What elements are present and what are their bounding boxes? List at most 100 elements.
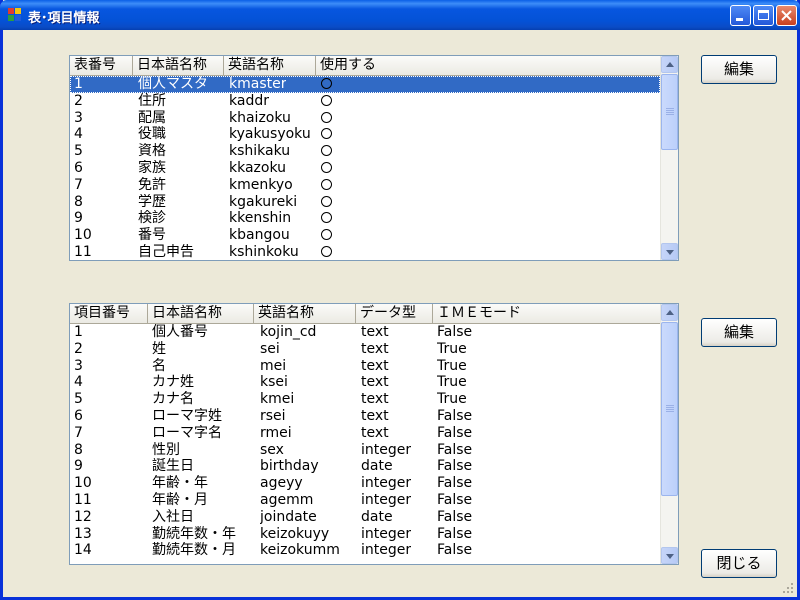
data-type: date	[361, 508, 393, 525]
arrow-up-icon	[666, 310, 674, 315]
list-item[interactable]: 7 ローマ字名 rmei text False	[70, 425, 660, 442]
japanese-name: 名	[152, 357, 166, 374]
field-number: 1	[74, 324, 83, 340]
list-item[interactable]: 4 役職 kyakusyoku	[70, 126, 660, 143]
main-window: 表･項目情報 表番号 日本語名称 英語名称 使用する 1 個人マスタ kmaster…	[0, 0, 800, 600]
use-flag	[321, 126, 332, 143]
ime-mode: False	[437, 475, 473, 492]
maximize-icon	[758, 10, 769, 20]
column-header-field-number[interactable]: 項目番号	[70, 304, 148, 323]
scroll-up-button[interactable]	[661, 304, 678, 321]
english-name: ksei	[260, 374, 288, 391]
list-item[interactable]: 9 誕生日 birthday date False	[70, 458, 660, 475]
field-number: 7	[74, 424, 83, 441]
list-item[interactable]: 8 性別 sex integer False	[70, 442, 660, 459]
scroll-up-button[interactable]	[661, 56, 678, 73]
list-item[interactable]: 3 配属 khaizoku	[70, 110, 660, 127]
data-type: integer	[361, 441, 412, 458]
table-listview[interactable]: 表番号 日本語名称 英語名称 使用する 1 個人マスタ kmaster 2 住所 kadd…	[69, 55, 679, 261]
table-number: 6	[74, 159, 83, 176]
english-name: sex	[260, 441, 284, 458]
column-header-japanese-name[interactable]: 日本語名称	[133, 56, 224, 75]
table-list-scroll-thumb[interactable]	[661, 74, 678, 150]
use-flag	[321, 177, 332, 194]
column-header-japanese-name[interactable]: 日本語名称	[148, 304, 254, 323]
circle-mark-icon	[321, 212, 332, 224]
ime-mode: False	[437, 525, 473, 542]
column-header-english-name[interactable]: 英語名称	[254, 304, 356, 323]
minimize-button[interactable]	[730, 5, 751, 26]
list-item[interactable]: 9 検診 kkenshin	[70, 210, 660, 227]
japanese-name: 個人マスタ	[138, 76, 208, 92]
circle-mark-icon	[321, 78, 332, 89]
list-item[interactable]: 12 入社日 joindate date False	[70, 509, 660, 526]
field-number: 3	[74, 357, 83, 374]
list-item[interactable]: 10 年齢・年 ageyy integer False	[70, 475, 660, 492]
circle-mark-icon	[321, 145, 332, 157]
edit-table-button[interactable]: 編集	[701, 55, 777, 84]
circle-mark-icon	[321, 195, 332, 207]
japanese-name: 番号	[138, 227, 166, 244]
list-item[interactable]: 2 姓 sei text True	[70, 341, 660, 358]
japanese-name: 誕生日	[152, 458, 194, 475]
column-header-table-number[interactable]: 表番号	[70, 56, 133, 75]
column-header-english-name[interactable]: 英語名称	[224, 56, 316, 75]
field-list-scrollbar[interactable]	[660, 304, 678, 564]
japanese-name: 役職	[138, 126, 166, 143]
list-item[interactable]: 11 自己申告 kshinkoku	[70, 244, 660, 260]
circle-mark-icon	[321, 245, 332, 257]
list-item[interactable]: 3 名 mei text True	[70, 358, 660, 375]
list-item[interactable]: 6 ローマ字姓 rsei text False	[70, 408, 660, 425]
list-item[interactable]: 13 勤続年数・年 keizokuyy integer False	[70, 526, 660, 543]
field-list-scroll-thumb[interactable]	[661, 322, 678, 496]
title-bar[interactable]: 表･項目情報	[0, 0, 800, 30]
close-button[interactable]: 閉じる	[701, 549, 777, 578]
column-header-ime-mode[interactable]: ＩＭＥモード	[433, 304, 553, 323]
field-number: 4	[74, 374, 83, 391]
ime-mode: True	[437, 374, 467, 391]
scroll-down-button[interactable]	[661, 243, 678, 260]
list-item[interactable]: 5 カナ名 kmei text True	[70, 391, 660, 408]
english-name: joindate	[260, 508, 317, 525]
english-name: kmaster	[229, 76, 287, 92]
data-type: integer	[361, 475, 412, 492]
arrow-down-icon	[666, 250, 674, 255]
use-flag	[321, 160, 332, 177]
list-item[interactable]: 1 個人番号 kojin_cd text False	[70, 324, 660, 341]
list-item[interactable]: 2 住所 kaddr	[70, 93, 660, 110]
list-item[interactable]: 8 学歴 kgakureki	[70, 194, 660, 211]
list-item[interactable]: 14 勤続年数・月 keizokumm integer False	[70, 542, 660, 559]
use-flag	[321, 76, 332, 93]
list-item[interactable]: 6 家族 kkazoku	[70, 160, 660, 177]
data-type: integer	[361, 491, 412, 508]
field-number: 6	[74, 407, 83, 424]
ime-mode: False	[437, 424, 473, 441]
table-list-scrollbar[interactable]	[660, 56, 678, 260]
list-item[interactable]: 4 カナ姓 ksei text True	[70, 374, 660, 391]
list-item[interactable]: 10 番号 kbangou	[70, 227, 660, 244]
use-flag	[321, 93, 332, 110]
column-header-data-type[interactable]: データ型	[356, 304, 433, 323]
resize-grip-icon[interactable]	[783, 583, 795, 595]
english-name: rmei	[260, 424, 292, 441]
list-item[interactable]: 11 年齢・月 agemm integer False	[70, 492, 660, 509]
list-item[interactable]: 1 個人マスタ kmaster	[70, 76, 660, 93]
data-type: text	[361, 357, 389, 374]
scroll-down-button[interactable]	[661, 547, 678, 564]
field-number: 2	[74, 340, 83, 357]
english-name: kmenkyo	[229, 176, 293, 193]
edit-field-button[interactable]: 編集	[701, 318, 777, 347]
field-listview[interactable]: 項目番号 日本語名称 英語名称 データ型 ＩＭＥモード 1 個人番号 kojin_c…	[69, 303, 679, 565]
english-name: birthday	[260, 458, 319, 475]
data-type: integer	[361, 542, 412, 559]
list-item[interactable]: 5 資格 kshikaku	[70, 143, 660, 160]
maximize-button[interactable]	[753, 5, 774, 26]
japanese-name: 免許	[138, 176, 166, 193]
data-type: text	[361, 324, 389, 340]
list-item[interactable]: 7 免許 kmenkyo	[70, 177, 660, 194]
data-type: text	[361, 391, 389, 408]
arrow-up-icon	[666, 62, 674, 67]
column-header-use[interactable]: 使用する	[316, 56, 436, 75]
japanese-name: カナ姓	[152, 374, 194, 391]
close-window-button[interactable]	[776, 5, 797, 26]
